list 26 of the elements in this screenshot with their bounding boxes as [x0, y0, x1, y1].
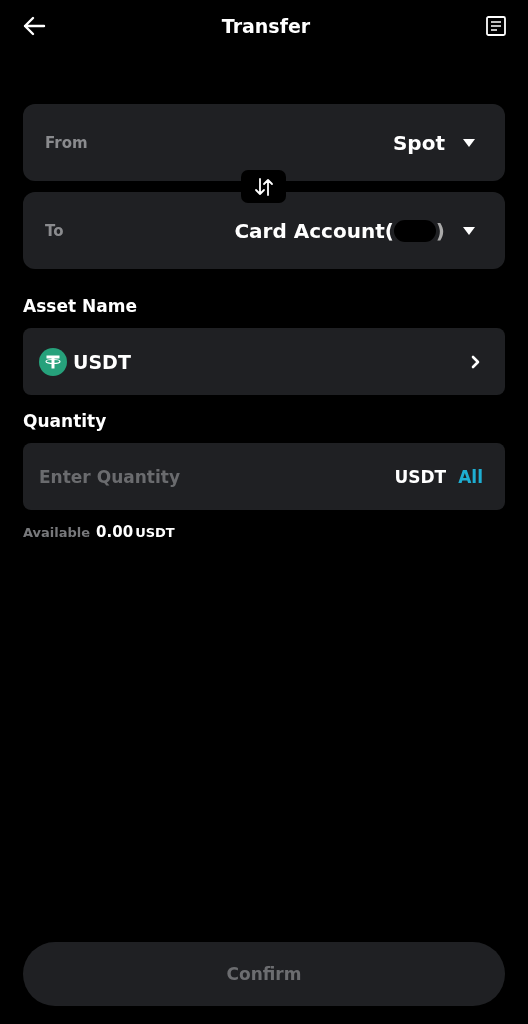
available-amount: 0.00 — [96, 523, 134, 541]
chevron-right-icon[interactable] — [471, 354, 481, 369]
unit-label: USDT — [394, 466, 447, 487]
coin-icon[interactable] — [39, 347, 67, 376]
section-label: Asset Name — [23, 296, 138, 316]
available-label: Available — [23, 525, 91, 540]
account-name: Card Account( — [234, 218, 394, 243]
dropdown-caret-icon[interactable] — [463, 226, 475, 235]
section-label: Quantity — [23, 411, 108, 431]
account-label: To — [45, 221, 65, 240]
account-selector[interactable]: To Card Account( ) — [23, 192, 505, 269]
page-title: Transfer — [221, 15, 311, 37]
document-list-icon[interactable] — [486, 16, 506, 36]
dropdown-caret-icon[interactable] — [463, 138, 475, 147]
swap-arrows-icon — [253, 177, 274, 196]
account-selector[interactable]: From Spot — [23, 104, 505, 181]
quantity-field[interactable]: Enter Quantity USDT All — [23, 443, 505, 510]
back-arrow-icon[interactable] — [22, 16, 46, 36]
account-label: From — [45, 133, 89, 152]
bracket-text: ) — [435, 218, 445, 243]
asset-name: USDT — [73, 350, 132, 373]
available-unit: USDT — [135, 525, 175, 540]
swap-button[interactable] — [241, 170, 286, 203]
asset-selector[interactable]: USDT — [23, 328, 505, 395]
all-link[interactable]: All — [458, 466, 483, 487]
account-name: Spot — [392, 130, 445, 155]
